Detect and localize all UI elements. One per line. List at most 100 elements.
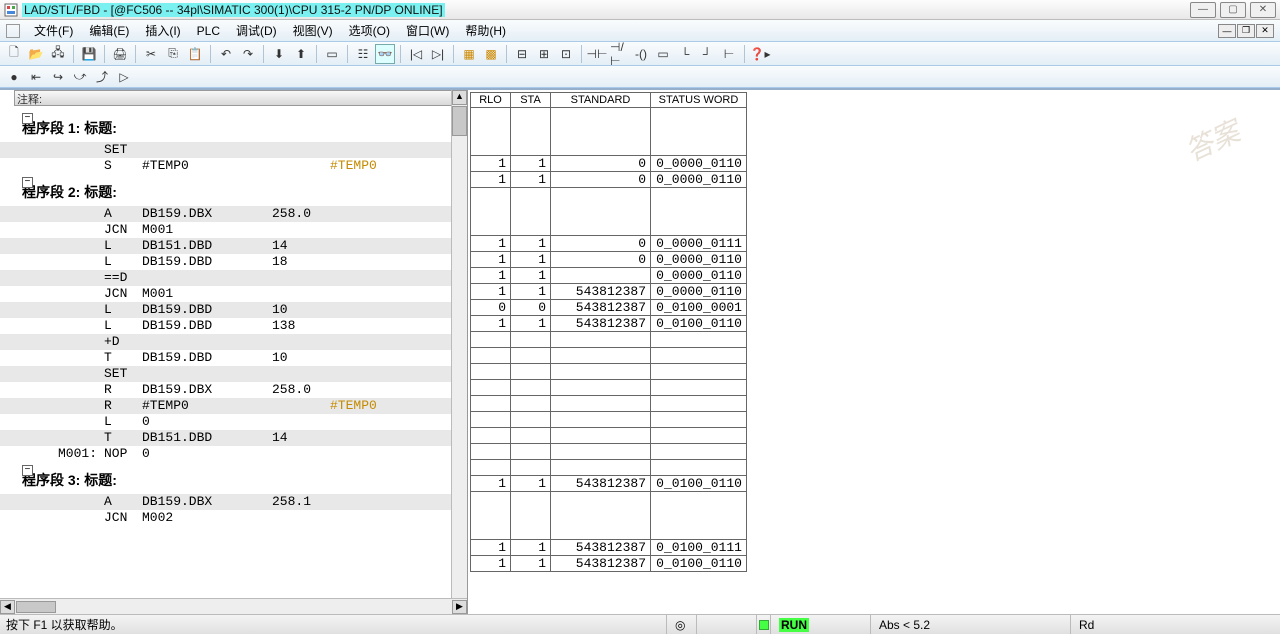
mdi-close-button[interactable]: ✕ xyxy=(1256,24,1274,38)
toggle-view-icon[interactable]: ▦ xyxy=(459,44,479,64)
scroll-up-icon[interactable]: ▲ xyxy=(452,90,467,105)
code-line[interactable]: L DB151.DBD 14 xyxy=(0,238,467,254)
segment-title: 程序段 1: 标题: xyxy=(0,110,467,142)
print-icon[interactable]: 🖨 xyxy=(110,44,130,64)
status-spacer xyxy=(471,220,747,236)
code-line[interactable]: R DB159.DBX 258.0 xyxy=(0,382,467,398)
collapse-icon[interactable]: − xyxy=(22,113,33,124)
status-row: 115438123870_0000_0110 xyxy=(471,284,747,300)
new-icon[interactable]: 🗋 xyxy=(4,44,24,64)
code-line[interactable]: R #TEMP0 #TEMP0 xyxy=(0,398,467,414)
mdi-sys-icon[interactable] xyxy=(6,24,20,38)
code-line[interactable]: A DB159.DBX 258.0 xyxy=(0,206,467,222)
status-run: RUN xyxy=(770,615,870,634)
status-row xyxy=(471,396,747,412)
step-icon[interactable]: ↪ xyxy=(48,67,68,87)
step-over-icon[interactable]: ⤻ xyxy=(70,67,90,87)
collapse-icon[interactable]: − xyxy=(22,465,33,476)
cut-icon[interactable]: ✂ xyxy=(141,44,161,64)
branch-close-icon[interactable]: ┘ xyxy=(697,44,717,64)
code-line[interactable]: JCN M001 xyxy=(0,286,467,302)
status-row xyxy=(471,412,747,428)
copy-icon[interactable]: ⎘ xyxy=(163,44,183,64)
window-icon[interactable]: ▭ xyxy=(322,44,342,64)
statusbar: 按下 F1 以获取帮助。 ◎ RUN Abs < 5.2 Rd xyxy=(0,614,1280,634)
coil-icon[interactable]: -() xyxy=(631,44,651,64)
code-line[interactable]: L DB159.DBD 138 xyxy=(0,318,467,334)
maximize-button[interactable]: ▢ xyxy=(1220,2,1246,18)
network3-icon[interactable]: ⊡ xyxy=(556,44,576,64)
network1-icon[interactable]: ⊟ xyxy=(512,44,532,64)
undo-icon[interactable]: ↶ xyxy=(216,44,236,64)
scroll-right-icon[interactable]: ▶ xyxy=(452,600,467,614)
code-line[interactable]: M001: NOP 0 xyxy=(0,446,467,462)
reference-icon[interactable]: ☷ xyxy=(353,44,373,64)
code-line[interactable]: ==D xyxy=(0,270,467,286)
online-icon[interactable]: 🖧 xyxy=(48,44,68,64)
menu-edit[interactable]: 编辑(E) xyxy=(83,20,135,41)
menu-view[interactable]: 视图(V) xyxy=(287,20,339,41)
connection-icon[interactable]: ⊢ xyxy=(719,44,739,64)
menu-insert[interactable]: 插入(I) xyxy=(139,20,186,41)
contact-closed-icon[interactable]: ⊣/⊢ xyxy=(609,44,629,64)
watermark: 答案 xyxy=(1178,110,1246,170)
menu-plc[interactable]: PLC xyxy=(191,22,226,40)
menu-options[interactable]: 选项(O) xyxy=(343,20,396,41)
code-line[interactable]: SET xyxy=(0,142,467,158)
code-line[interactable]: JCN M002 xyxy=(0,510,467,526)
scroll-left-icon[interactable]: ◀ xyxy=(0,600,15,614)
window-title: LAD/STL/FBD - [@FC506 -- 34pl\SIMATIC 30… xyxy=(22,3,445,17)
menu-file[interactable]: 文件(F) xyxy=(28,20,79,41)
code-line[interactable]: L DB159.DBD 18 xyxy=(0,254,467,270)
save-icon[interactable]: 💾 xyxy=(79,44,99,64)
branch-open-icon[interactable]: └ xyxy=(675,44,695,64)
step-back-icon[interactable]: ⇤ xyxy=(26,67,46,87)
monitor-icon[interactable]: 👓 xyxy=(375,44,395,64)
code-line[interactable]: SET xyxy=(0,366,467,382)
context-help-icon[interactable]: ❓▸ xyxy=(750,44,770,64)
statusbar-help: 按下 F1 以获取帮助。 xyxy=(0,616,123,633)
goto-end-icon[interactable]: ▷| xyxy=(428,44,448,64)
paste-icon[interactable]: 📋 xyxy=(185,44,205,64)
redo-icon[interactable]: ↷ xyxy=(238,44,258,64)
scroll-thumb[interactable] xyxy=(452,106,467,136)
code-line[interactable]: A DB159.DBX 258.1 xyxy=(0,494,467,510)
vertical-scrollbar[interactable]: ▲ xyxy=(451,90,467,598)
status-empty1 xyxy=(696,615,756,634)
upload-icon[interactable]: ⬆ xyxy=(291,44,311,64)
status-row: 115438123870_0100_0110 xyxy=(471,476,747,492)
box-icon[interactable]: ▭ xyxy=(653,44,673,64)
code-pane: 注释: − 程序段 1: 标题: SET S #TEMP0 #TEMP0− 程序… xyxy=(0,90,468,614)
menu-help[interactable]: 帮助(H) xyxy=(459,20,512,41)
code-line[interactable]: +D xyxy=(0,334,467,350)
mdi-restore-button[interactable]: ❐ xyxy=(1237,24,1255,38)
mdi-minimize-button[interactable]: — xyxy=(1218,24,1236,38)
scroll-thumb-h[interactable] xyxy=(16,601,56,613)
run-to-icon[interactable]: ▷ xyxy=(114,67,134,87)
contact-open-icon[interactable]: ⊣⊢ xyxy=(587,44,607,64)
code-line[interactable]: L 0 xyxy=(0,414,467,430)
code-line[interactable]: S #TEMP0 #TEMP0 xyxy=(0,158,467,174)
download-icon[interactable]: ⬇ xyxy=(269,44,289,64)
horizontal-scrollbar[interactable]: ◀ ▶ xyxy=(0,598,467,614)
goto-start-icon[interactable]: |◁ xyxy=(406,44,426,64)
code-line[interactable]: T DB151.DBD 14 xyxy=(0,430,467,446)
code-line[interactable]: JCN M001 xyxy=(0,222,467,238)
breakpoint-icon[interactable]: ● xyxy=(4,67,24,87)
menu-debug[interactable]: 调试(D) xyxy=(230,20,283,41)
code-line[interactable]: L DB159.DBD 10 xyxy=(0,302,467,318)
close-button[interactable]: ✕ xyxy=(1250,2,1276,18)
open-icon[interactable]: 📂 xyxy=(26,44,46,64)
menu-window[interactable]: 窗口(W) xyxy=(400,20,455,41)
annotation: #TEMP0 xyxy=(330,158,377,174)
status-spacer xyxy=(471,492,747,508)
status-icon: ◎ xyxy=(666,615,696,634)
code-area[interactable]: − 程序段 1: 标题: SET S #TEMP0 #TEMP0− 程序段 2:… xyxy=(0,106,467,598)
detail-view-icon[interactable]: ▩ xyxy=(481,44,501,64)
minimize-button[interactable]: — xyxy=(1190,2,1216,18)
network2-icon[interactable]: ⊞ xyxy=(534,44,554,64)
step-out-icon[interactable]: ⤴ xyxy=(92,67,112,87)
code-line[interactable]: T DB159.DBD 10 xyxy=(0,350,467,366)
collapse-icon[interactable]: − xyxy=(22,177,33,188)
status-row xyxy=(471,380,747,396)
